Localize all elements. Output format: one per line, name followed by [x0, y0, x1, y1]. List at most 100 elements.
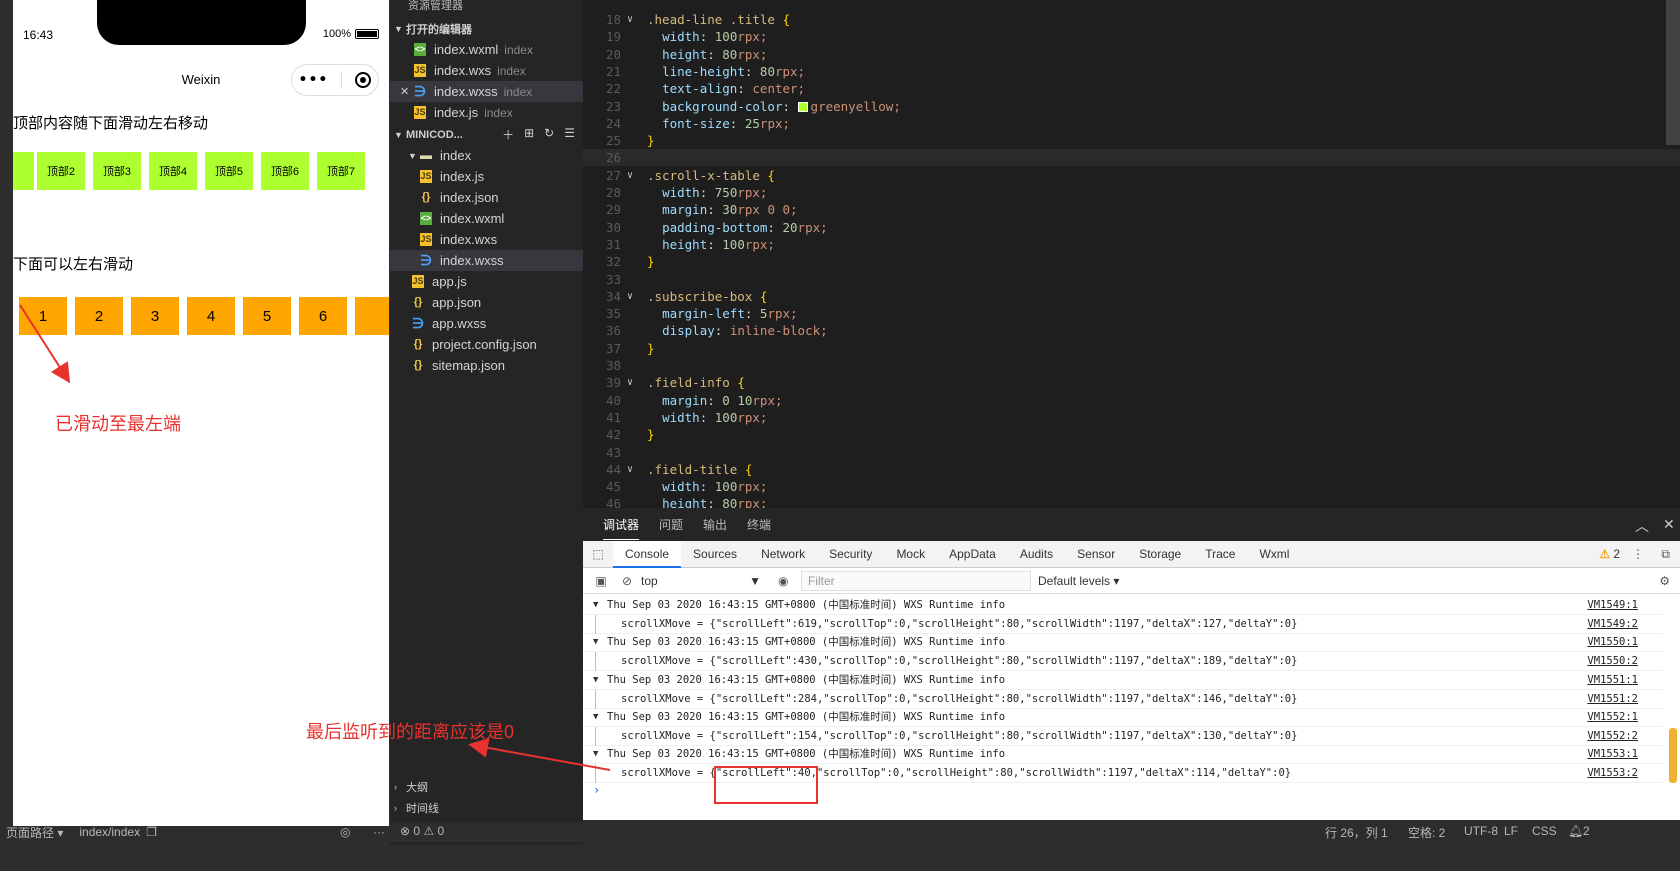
- close-target-icon[interactable]: [355, 72, 372, 88]
- language-mode[interactable]: CSS: [1532, 824, 1557, 838]
- folder-index[interactable]: ▼ ▬ index: [390, 145, 583, 166]
- panel-tab[interactable]: Network: [749, 541, 817, 568]
- panel-tab[interactable]: Sources: [681, 541, 749, 568]
- file-item[interactable]: JS index.wxs: [390, 229, 583, 250]
- console-scroll-thumb[interactable]: [1669, 728, 1677, 783]
- collapse-icon[interactable]: ☰: [564, 126, 575, 143]
- bottom-scroll-row[interactable]: 123456: [13, 297, 389, 335]
- debug-tab[interactable]: 终端: [747, 510, 771, 539]
- file-item[interactable]: {} project.config.json: [390, 334, 583, 355]
- more-icon[interactable]: ···: [373, 825, 385, 839]
- indent-spaces[interactable]: 空格: 2: [1408, 824, 1445, 841]
- filter-input[interactable]: Filter: [801, 570, 1031, 591]
- chevron-up-icon[interactable]: ︿: [1635, 516, 1649, 536]
- project-header[interactable]: ▼ MINICOD... ＋ ⊞ ↻ ☰: [390, 124, 583, 145]
- file-item[interactable]: ∋ index.wxss: [390, 250, 583, 271]
- expand-triangle-icon[interactable]: ▼: [593, 671, 598, 690]
- new-folder-icon[interactable]: ⊞: [524, 126, 534, 143]
- fold-chevron-icon[interactable]: ∨: [627, 11, 633, 28]
- fold-chevron-icon[interactable]: ∨: [627, 374, 633, 391]
- new-file-icon[interactable]: ＋: [502, 126, 514, 143]
- log-header[interactable]: ▼ Thu Sep 03 2020 16:43:15 GMT+0800 (中国标准…: [583, 596, 1663, 615]
- fold-chevron-icon[interactable]: ∨: [627, 461, 633, 478]
- line-ending[interactable]: LF: [1504, 824, 1518, 838]
- close-icon[interactable]: ✕: [1663, 516, 1675, 533]
- debug-tab[interactable]: 问题: [659, 510, 683, 539]
- clear-console-icon[interactable]: ⊘: [619, 574, 635, 588]
- open-editor-item[interactable]: JS index.wxs index: [390, 60, 583, 81]
- more-dots-icon[interactable]: •••: [299, 72, 329, 88]
- close-icon[interactable]: ✕: [400, 85, 414, 98]
- outline-section[interactable]: › 大纲: [390, 777, 583, 797]
- panel-tab[interactable]: Console: [613, 540, 682, 568]
- console-prompt[interactable]: ›: [593, 783, 600, 797]
- open-editor-item[interactable]: JS index.js index: [390, 102, 583, 123]
- code-text: font-size: 25rpx;: [647, 115, 790, 132]
- page-path-dropdown[interactable]: 页面路径 ▾: [6, 824, 63, 841]
- panel-tab[interactable]: Storage: [1127, 541, 1193, 568]
- expand-triangle-icon[interactable]: ▼: [593, 596, 598, 615]
- panel-tab[interactable]: Mock: [884, 541, 937, 568]
- color-swatch[interactable]: [797, 101, 808, 112]
- refresh-icon[interactable]: ↻: [544, 126, 554, 143]
- file-item[interactable]: {} index.json: [390, 187, 583, 208]
- copy-icon[interactable]: ❐: [146, 825, 157, 839]
- warning-badge[interactable]: ⚠ 2: [1599, 547, 1620, 561]
- sidebar-toggle-icon[interactable]: ▣: [593, 574, 609, 588]
- panel-tab[interactable]: AppData: [937, 541, 1008, 568]
- file-encoding[interactable]: UTF-8: [1464, 824, 1498, 838]
- eye-icon[interactable]: ◎: [340, 825, 350, 839]
- console-scrollbar[interactable]: [1668, 603, 1678, 818]
- log-header[interactable]: ▼ Thu Sep 03 2020 16:43:15 GMT+0800 (中国标准…: [583, 745, 1663, 765]
- log-source-link[interactable]: VM1551:1: [1587, 671, 1638, 690]
- file-item[interactable]: JS app.js: [390, 271, 583, 292]
- log-source-link[interactable]: VM1553:1: [1587, 745, 1638, 764]
- log-source-link[interactable]: VM1550:1: [1587, 633, 1638, 652]
- debug-tab[interactable]: 调试器: [603, 510, 640, 540]
- log-header[interactable]: ▼ Thu Sep 03 2020 16:43:15 GMT+0800 (中国标准…: [583, 708, 1663, 727]
- file-item[interactable]: {} app.json: [390, 292, 583, 313]
- log-source-link[interactable]: VM1553:2: [1587, 764, 1638, 783]
- gear-icon[interactable]: ⚙: [1659, 574, 1670, 588]
- log-source-link[interactable]: VM1549:1: [1587, 596, 1638, 615]
- code-editor[interactable]: 18 ∨ .head-line .title {19 width: 100rpx; 2…: [583, 0, 1680, 508]
- code-text: }: [647, 253, 655, 270]
- file-item[interactable]: <> index.wxml: [390, 208, 583, 229]
- panel-tab[interactable]: Trace: [1193, 541, 1247, 568]
- fold-chevron-icon[interactable]: ∨: [627, 167, 633, 184]
- dock-icon[interactable]: ⧉: [1661, 547, 1670, 562]
- log-levels-select[interactable]: Default levels ▾: [1038, 574, 1119, 588]
- panel-tab[interactable]: Security: [817, 541, 884, 568]
- capsule-menu[interactable]: •••: [291, 64, 379, 96]
- file-item[interactable]: ∋ app.wxss: [390, 313, 583, 334]
- panel-tab[interactable]: Sensor: [1065, 541, 1127, 568]
- debug-tab[interactable]: 输出: [703, 510, 727, 539]
- fold-chevron-icon[interactable]: ∨: [627, 288, 633, 305]
- open-editor-item[interactable]: <> index.wxml index: [390, 39, 583, 60]
- kebab-menu-icon[interactable]: ⋮: [1632, 547, 1644, 561]
- log-source-link[interactable]: VM1549:2: [1587, 615, 1638, 634]
- context-select[interactable]: top ▼: [641, 572, 761, 590]
- problems-count[interactable]: ⊗ 0 ⚠ 0: [400, 824, 444, 838]
- timeline-section[interactable]: › 时间线: [390, 798, 583, 818]
- inspect-icon[interactable]: ⬚: [583, 547, 613, 561]
- open-editor-item[interactable]: ✕ ∋ index.wxss index: [390, 81, 583, 102]
- bell-icon[interactable]: 🔔︎: [1568, 824, 1583, 838]
- cursor-position[interactable]: 行 26，列 1: [1325, 824, 1388, 841]
- expand-triangle-icon[interactable]: ▼: [593, 745, 598, 764]
- file-item[interactable]: JS index.js: [390, 166, 583, 187]
- top-scroll-row[interactable]: 1顶部2顶部3顶部4顶部5顶部6顶部7: [13, 152, 389, 190]
- expand-triangle-icon[interactable]: ▼: [593, 708, 598, 727]
- log-source-link[interactable]: VM1551:2: [1587, 690, 1638, 709]
- open-editors-header[interactable]: ▼ 打开的编辑器: [390, 18, 583, 39]
- log-header[interactable]: ▼ Thu Sep 03 2020 16:43:15 GMT+0800 (中国标准…: [583, 671, 1663, 690]
- panel-tab[interactable]: Audits: [1008, 541, 1065, 568]
- log-source-link[interactable]: VM1552:1: [1587, 708, 1638, 727]
- log-source-link[interactable]: VM1552:2: [1587, 727, 1638, 746]
- file-item[interactable]: {} sitemap.json: [390, 355, 583, 376]
- expand-triangle-icon[interactable]: ▼: [593, 633, 598, 652]
- log-source-link[interactable]: VM1550:2: [1587, 652, 1638, 671]
- log-header[interactable]: ▼ Thu Sep 03 2020 16:43:15 GMT+0800 (中国标准…: [583, 633, 1663, 653]
- panel-tab[interactable]: Wxml: [1247, 541, 1301, 568]
- eye-icon[interactable]: ◉: [778, 574, 788, 588]
